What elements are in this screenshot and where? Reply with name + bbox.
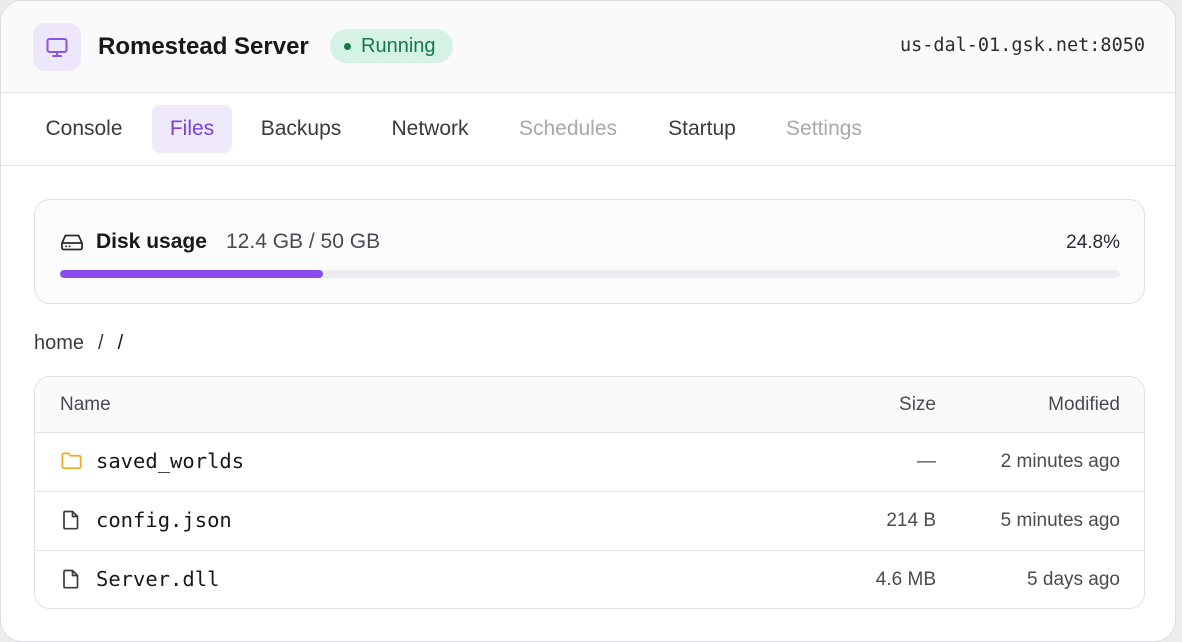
file-icon bbox=[60, 568, 82, 595]
tab-network[interactable]: Network bbox=[373, 105, 487, 153]
server-name: Romestead Server bbox=[98, 33, 309, 60]
server-address[interactable]: us-dal-01.gsk.net:8050 bbox=[900, 33, 1145, 59]
folder-icon bbox=[60, 450, 83, 477]
tab-console[interactable]: Console bbox=[29, 105, 139, 153]
file-modified: 5 minutes ago bbox=[1000, 510, 1120, 531]
disk-usage-bar bbox=[60, 270, 1120, 278]
tab-backups[interactable]: Backups bbox=[244, 105, 358, 153]
disk-usage-card: Disk usage 12.4 GB / 50 GB 24.8% bbox=[34, 199, 1145, 304]
file-size: — bbox=[917, 451, 936, 472]
column-modified[interactable]: Modified bbox=[1048, 394, 1120, 416]
table-row[interactable]: config.json 214 B 5 minutes ago bbox=[35, 492, 1144, 551]
table-row[interactable]: Server.dll 4.6 MB 5 days ago bbox=[35, 551, 1144, 608]
table-header: Name Size Modified bbox=[35, 377, 1144, 433]
file-icon bbox=[60, 509, 82, 536]
server-header: Romestead Server Running us-dal-01.gsk.n… bbox=[1, 1, 1175, 93]
breadcrumb-separator: / bbox=[98, 332, 104, 354]
tab-startup[interactable]: Startup bbox=[650, 105, 754, 153]
disk-usage-label: Disk usage bbox=[96, 230, 207, 253]
file-modified: 2 minutes ago bbox=[1000, 451, 1120, 472]
disk-usage-value: 12.4 GB / 50 GB bbox=[226, 230, 381, 253]
breadcrumb: home / / bbox=[34, 332, 123, 355]
disk-usage-bar-fill bbox=[60, 270, 323, 278]
tab-settings[interactable]: Settings bbox=[768, 105, 880, 153]
file-name: saved_worlds bbox=[96, 449, 245, 473]
file-size: 4.6 MB bbox=[875, 569, 936, 590]
status-badge: Running bbox=[330, 29, 453, 63]
file-size: 214 B bbox=[886, 510, 936, 531]
file-table: Name Size Modified saved_worlds — 2 minu… bbox=[34, 376, 1145, 609]
breadcrumb-home[interactable]: home bbox=[34, 332, 84, 355]
server-panel: Romestead Server Running us-dal-01.gsk.n… bbox=[0, 0, 1176, 642]
status-dot-icon bbox=[344, 42, 351, 50]
file-name: Server.dll bbox=[96, 567, 220, 591]
breadcrumb-current: / bbox=[117, 332, 124, 354]
column-size[interactable]: Size bbox=[899, 394, 936, 416]
file-name: config.json bbox=[96, 508, 232, 532]
file-modified: 5 days ago bbox=[1027, 569, 1120, 590]
tab-files[interactable]: Files bbox=[152, 105, 232, 153]
tab-schedules[interactable]: Schedules bbox=[501, 105, 635, 153]
disk-usage-percent: 24.8% bbox=[1066, 232, 1120, 253]
monitor-icon bbox=[33, 23, 81, 71]
hard-drive-icon bbox=[60, 231, 84, 258]
table-row[interactable]: saved_worlds — 2 minutes ago bbox=[35, 433, 1144, 492]
status-label: Running bbox=[361, 34, 436, 57]
tab-bar: Console Files Backups Network Schedules … bbox=[1, 93, 1175, 166]
column-name[interactable]: Name bbox=[60, 394, 111, 416]
